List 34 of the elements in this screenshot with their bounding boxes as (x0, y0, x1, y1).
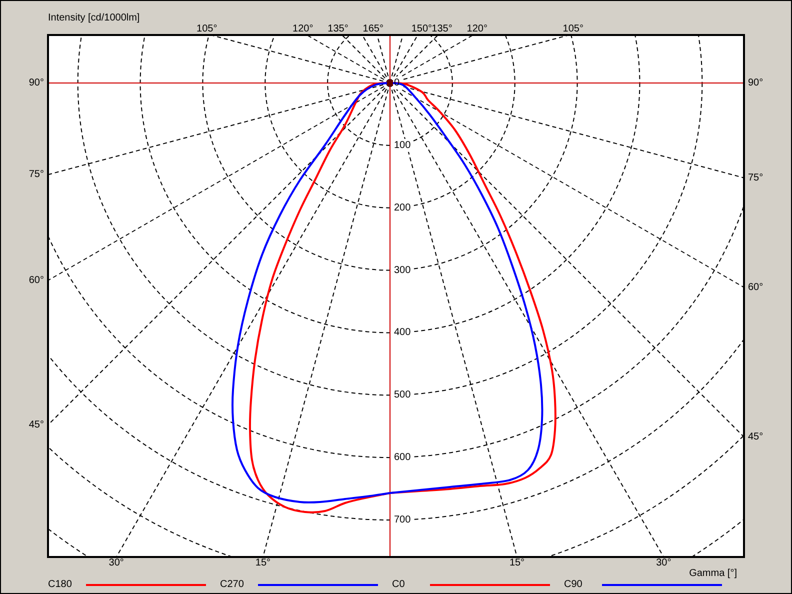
center-point (387, 80, 393, 86)
axis-title: Intensity [cd/1000lm] (48, 12, 140, 24)
intensity-label: 200 (394, 202, 411, 214)
angle-label: 120° (292, 24, 314, 34)
angle-label: 135° (328, 24, 348, 34)
angle-label: 75° (748, 172, 764, 184)
legend-label: C180 (48, 579, 73, 591)
angle-label: 105° (196, 24, 218, 34)
angle-label: 135° (432, 24, 452, 34)
angle-label: 60° (748, 282, 764, 293)
intensity-label: 700 (394, 514, 411, 526)
angle-label: 90° (28, 78, 44, 88)
axis-title: Gamma [°] (689, 569, 737, 579)
intensity-label: 500 (394, 390, 411, 401)
angle-label: 75° (28, 169, 44, 180)
angle-label: 45° (28, 420, 44, 430)
angle-label: 120° (466, 24, 488, 34)
intensity-label: 600 (394, 452, 411, 464)
angle-label: 150° (411, 24, 432, 34)
angle-label: 45° (748, 432, 764, 442)
legend-label: C270 (220, 579, 245, 591)
angle-label: 60° (28, 274, 44, 286)
angle-label: 15° (509, 558, 525, 568)
angle-label: 105° (562, 24, 584, 34)
angle-label: 90° (748, 78, 764, 88)
angle-label: 30° (108, 558, 124, 568)
angle-label: 165° (362, 24, 384, 34)
intensity-label: 100 (394, 140, 411, 151)
legend-label: C90 (564, 579, 584, 591)
angle-label: 30° (656, 558, 672, 568)
angle-label: 15° (255, 558, 271, 568)
intensity-label: 300 (394, 264, 411, 276)
intensity-label: 400 (394, 327, 411, 338)
legend-label: C0 (392, 579, 406, 591)
